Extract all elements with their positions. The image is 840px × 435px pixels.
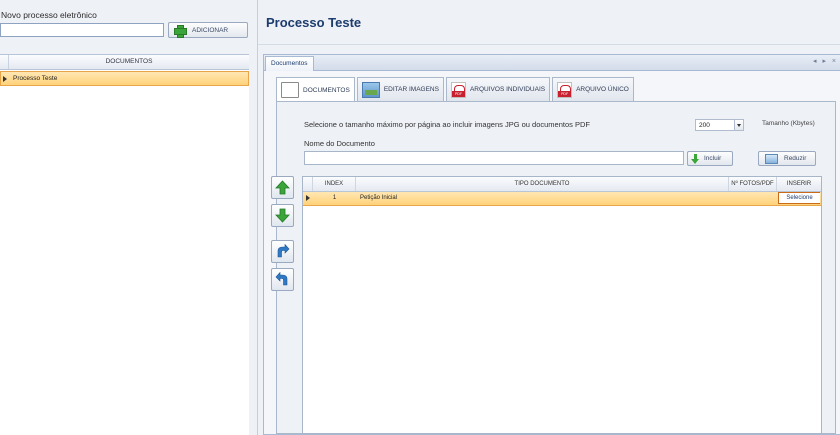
arrow-down-icon [275, 208, 290, 223]
plus-icon [174, 24, 187, 38]
tab-documentos[interactable]: DOCUMENTOS [276, 77, 355, 102]
tab-arquivos-individuais[interactable]: ARQUIVOS INDIVIDUAIS [445, 77, 551, 101]
process-grid: DOCUMENTOS Processo Teste [0, 54, 249, 435]
col-inserir[interactable]: INSERIR [777, 177, 821, 191]
reduce-button-label: Reduzir [784, 155, 807, 162]
right-panel: Processo Teste Documentos ◂ ▸ × DOCUMENT… [257, 0, 840, 435]
size-select[interactable]: 200 [695, 119, 744, 131]
row-indicator [303, 192, 313, 205]
rotate-left-icon [275, 272, 288, 286]
row-pointer-icon [3, 76, 7, 82]
pdf-icon [557, 81, 573, 98]
row-index: 1 [332, 195, 337, 201]
left-panel: Novo processo eletrônico ADICIONAR DOCUM… [0, 0, 249, 435]
process-grid-title: DOCUMENTOS [105, 58, 153, 65]
dock-tab-documentos[interactable]: Documentos [265, 56, 314, 71]
row-fotos [729, 192, 777, 205]
image-icon [361, 81, 380, 98]
move-down-button[interactable] [271, 204, 294, 227]
tab-editar-imagens[interactable]: EDITAR IMAGENS [356, 77, 444, 101]
chevron-down-icon[interactable] [734, 120, 743, 130]
select-file-button[interactable]: Selecione [778, 192, 820, 204]
documents-grid: INDEX TIPO DOCUMENTO Nº FOTOS/PDF INSERI… [302, 176, 822, 434]
tab-label: DOCUMENTOS [303, 86, 350, 94]
move-up-button[interactable] [271, 176, 294, 199]
pdf-icon [450, 81, 466, 98]
col-index[interactable]: INDEX [313, 177, 356, 191]
image-resize-icon [765, 153, 778, 164]
add-button[interactable]: ADICIONAR [168, 22, 248, 38]
tab-label: EDITAR IMAGENS [383, 86, 439, 93]
tab-strip: DOCUMENTOS EDITAR IMAGENS ARQUIVOS INDIV… [276, 77, 636, 102]
process-grid-header: DOCUMENTOS [0, 55, 249, 70]
rotate-right-button[interactable] [271, 240, 294, 263]
new-process-label: Novo processo eletrônico [1, 10, 97, 20]
dock-controls[interactable]: ◂ ▸ × [813, 57, 838, 65]
tab-label: ARQUIVOS INDIVIDUAIS [469, 86, 546, 93]
table-row[interactable]: 1 Petição Inicial Selecione [303, 192, 821, 206]
col-tipo-documento[interactable]: TIPO DOCUMENTO [356, 177, 729, 191]
doc-name-input[interactable] [304, 151, 684, 165]
document-icon [281, 82, 299, 98]
row-pointer-icon [306, 195, 310, 201]
grid-header: INDEX TIPO DOCUMENTO Nº FOTOS/PDF INSERI… [303, 177, 821, 192]
rotate-right-icon [277, 244, 290, 258]
dock-header: Documentos ◂ ▸ × [264, 55, 840, 71]
size-prompt: Selecione o tamanho máximo por página ao… [304, 120, 590, 129]
include-button-label: Incluir [704, 155, 722, 162]
include-button[interactable]: Incluir [687, 151, 733, 166]
row-indicator [1, 72, 10, 85]
arrow-up-icon [275, 180, 290, 195]
add-button-label: ADICIONAR [192, 26, 229, 34]
arrow-down-icon [691, 153, 700, 164]
col-fotos-pdf[interactable]: Nº FOTOS/PDF [729, 177, 777, 191]
documents-dock: Documentos ◂ ▸ × DOCUMENTOS EDITAR IMAGE… [263, 54, 840, 435]
size-select-value: 200 [699, 122, 710, 129]
rotate-left-button[interactable] [271, 268, 294, 291]
page-title: Processo Teste [266, 15, 362, 30]
size-unit-label: Tamanho (Kbytes) [762, 120, 815, 127]
process-row[interactable]: Processo Teste [0, 71, 249, 86]
tab-label: ARQUIVO ÚNICO [576, 86, 629, 93]
new-process-input[interactable] [0, 23, 164, 37]
reduce-button[interactable]: Reduzir [758, 151, 816, 166]
tab-arquivo-unico[interactable]: ARQUIVO ÚNICO [552, 77, 634, 101]
divider [258, 44, 840, 45]
row-tipo: Petição Inicial [360, 195, 398, 201]
doc-name-label: Nome do Documento [304, 139, 375, 148]
process-row-name: Processo Teste [13, 75, 58, 82]
